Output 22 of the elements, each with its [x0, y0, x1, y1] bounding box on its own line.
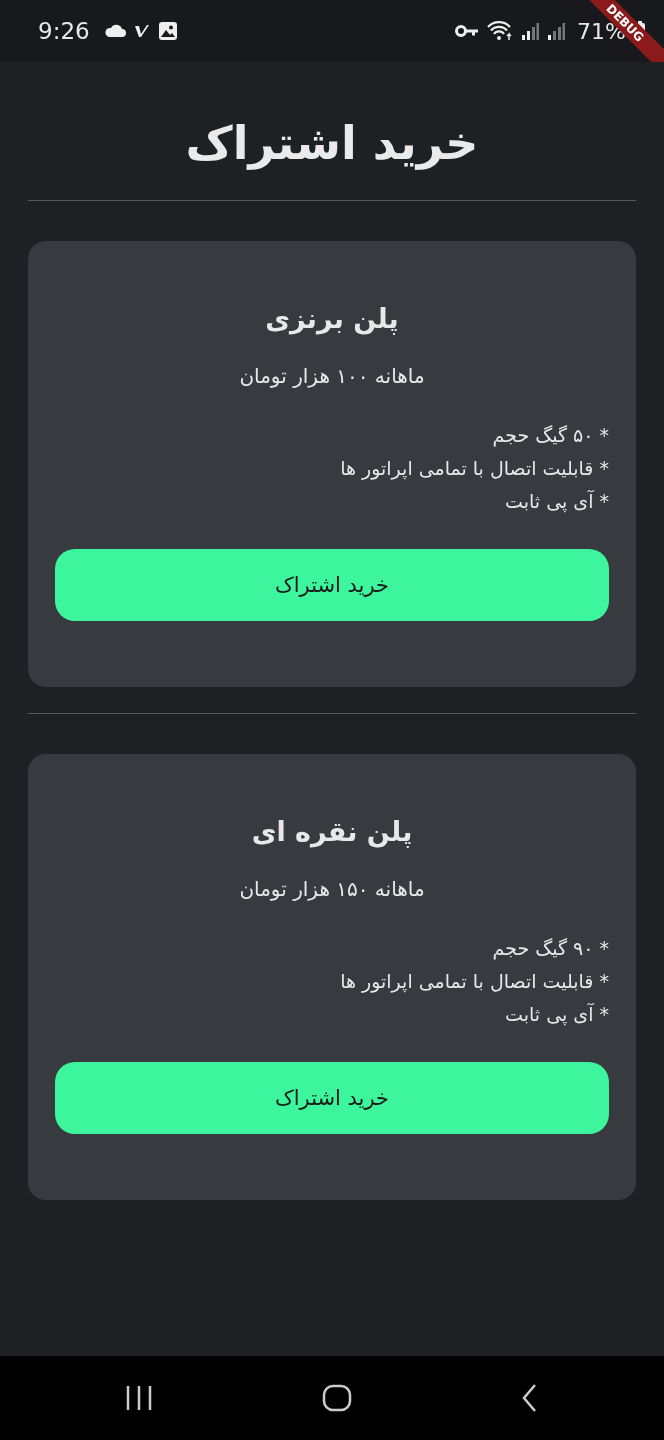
plan-price: ماهانه ۱۵۰ هزار تومان — [238, 877, 426, 901]
page-title: خرید اشتراک — [184, 116, 480, 170]
plan-feature: * قابلیت اتصال با تمامی اپراتور ها — [340, 969, 609, 995]
plan-feature: * ۵۰ گیگ حجم — [492, 423, 609, 449]
image-icon — [157, 21, 178, 41]
subscribe-button[interactable]: خرید اشتراک — [55, 549, 609, 621]
signal-icon — [547, 22, 566, 40]
subscribe-button[interactable]: خرید اشتراک — [55, 1062, 609, 1134]
home-icon[interactable] — [322, 1384, 352, 1412]
status-time: 9:26 — [38, 18, 90, 44]
key-icon — [455, 24, 480, 38]
plan-feature: * قابلیت اتصال با تمامی اپراتور ها — [340, 456, 609, 482]
signal-icon — [521, 22, 540, 40]
plan-feature: * ۹۰ گیگ حجم — [492, 936, 609, 962]
plan-feature: * آی پی ثابت — [505, 1002, 609, 1028]
wifi-icon — [487, 21, 514, 41]
recent-apps-icon[interactable] — [124, 1385, 154, 1411]
plan-feature: * آی پی ثابت — [505, 489, 609, 515]
plan-name: پلن برنزی — [264, 303, 400, 334]
cloud-icon — [103, 24, 126, 38]
plan-name: پلن نقره ای — [250, 816, 414, 847]
plan-price: ماهانه ۱۰۰ هزار تومان — [238, 364, 426, 388]
